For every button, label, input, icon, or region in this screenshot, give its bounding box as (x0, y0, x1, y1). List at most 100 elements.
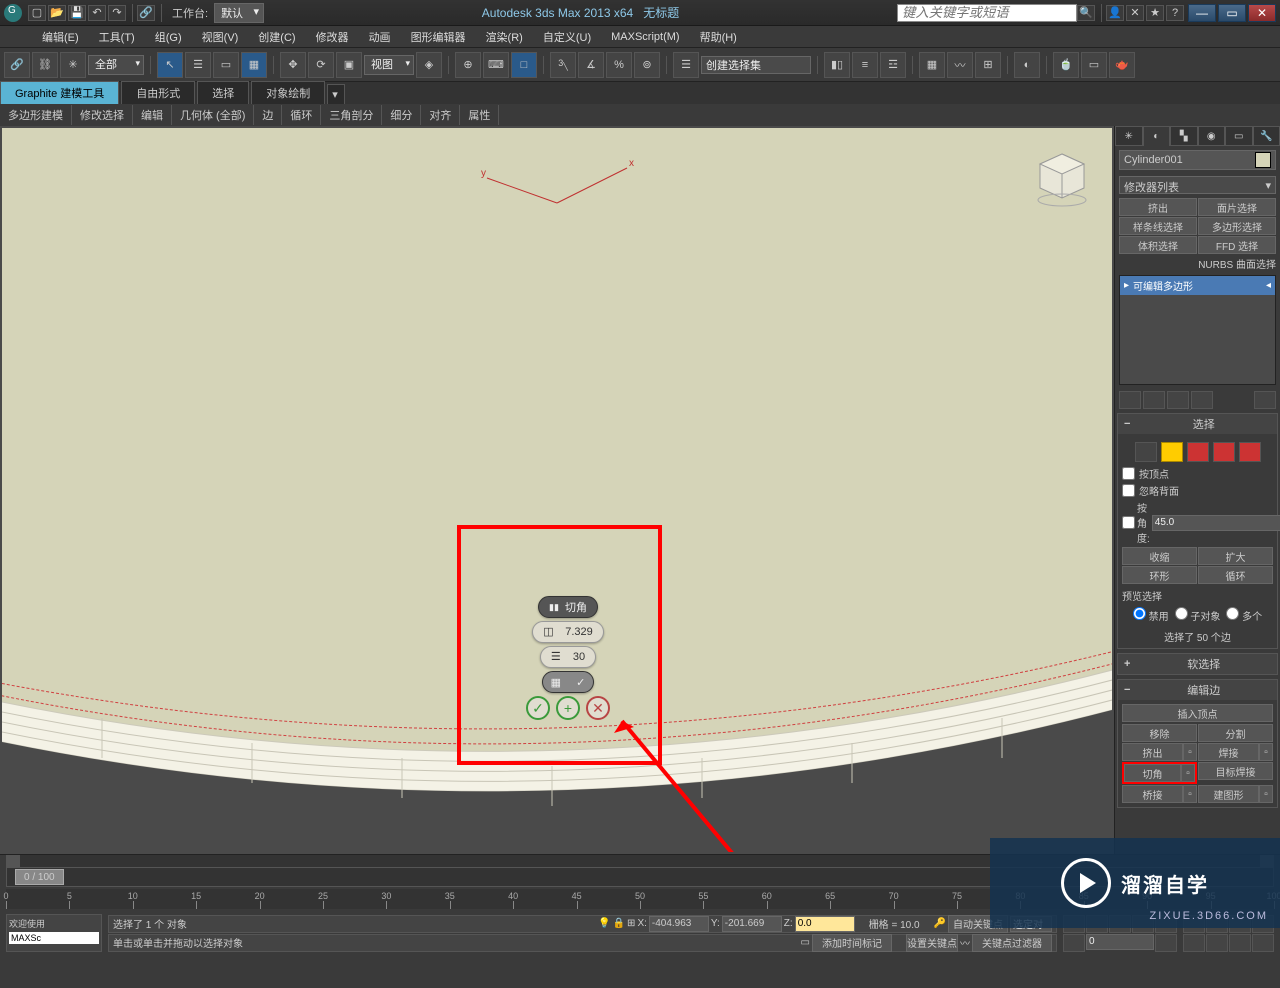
help-icon[interactable]: ? (1166, 5, 1184, 21)
remove-modifier-icon[interactable] (1191, 391, 1213, 409)
modbtn-patchsel[interactable]: 面片选择 (1198, 198, 1276, 216)
menu-edit[interactable]: 编辑(E) (32, 27, 89, 47)
curve-editor-icon[interactable]: 〰 (947, 52, 973, 78)
menu-grapheditors[interactable]: 图形编辑器 (401, 27, 476, 47)
max-toggle-icon[interactable] (1229, 934, 1251, 952)
search-icon[interactable]: 🔍 (1077, 5, 1095, 21)
unlink-tool-icon[interactable]: ⛓ (32, 52, 58, 78)
ribbon-props[interactable]: 属性 (460, 105, 499, 125)
rollout-selection-header[interactable]: 选择 (1118, 414, 1277, 434)
bridge-settings-button[interactable]: ▫ (1183, 785, 1197, 803)
by-angle-spinner[interactable] (1152, 515, 1280, 531)
redo-icon[interactable]: ↷ (108, 5, 126, 21)
object-name-field[interactable]: Cylinder001 (1119, 150, 1276, 170)
keyfilter-button[interactable]: 关键点过滤器 (972, 934, 1052, 952)
caddy-apply-button[interactable]: + (556, 696, 580, 720)
layer-manager-icon[interactable]: ☲ (880, 52, 906, 78)
time-config-icon[interactable] (1155, 934, 1177, 952)
insert-vertex-button[interactable]: 插入顶点 (1122, 704, 1273, 722)
menu-maxscript[interactable]: MAXScript(M) (601, 29, 689, 45)
spinner-snap-icon[interactable]: ⊚ (634, 52, 660, 78)
graphite-toggle-icon[interactable]: ▦ (919, 52, 945, 78)
by-angle-checkbox[interactable] (1122, 516, 1135, 529)
menu-tools[interactable]: 工具(T) (89, 27, 145, 47)
current-frame-input[interactable] (1086, 934, 1154, 950)
rendered-frame-icon[interactable]: ▭ (1081, 52, 1107, 78)
remove-button[interactable]: 移除 (1122, 724, 1197, 742)
motion-panel-tab[interactable]: ◉ (1198, 126, 1226, 146)
bridge-button[interactable]: 桥接 (1122, 785, 1183, 803)
add-time-tag-button[interactable]: 添加时间标记 (812, 934, 892, 952)
ribbon-geomall[interactable]: 几何体 (全部) (172, 105, 254, 125)
transform-type-icon[interactable]: ⊞ (627, 918, 635, 929)
hscroll-left-icon[interactable] (6, 855, 20, 867)
preview-off-radio[interactable]: 禁用 (1133, 607, 1169, 623)
ribbon-tab-objectpaint[interactable]: 对象绘制 (251, 81, 325, 104)
ribbon-expand-icon[interactable]: ▾ (327, 84, 345, 104)
ribbon-align[interactable]: 对齐 (421, 105, 460, 125)
favorites-icon[interactable]: ★ (1146, 5, 1164, 21)
extrude-button[interactable]: 挤出 (1122, 743, 1183, 761)
render-setup-icon[interactable]: 🍵 (1053, 52, 1079, 78)
menu-views[interactable]: 视图(V) (192, 27, 249, 47)
ribbon-modsel[interactable]: 修改选择 (72, 105, 133, 125)
edit-named-sel-icon[interactable]: ☰ (673, 52, 699, 78)
rollout-softselection-header[interactable]: 软选择 (1118, 654, 1277, 674)
snap-toggle-icon[interactable]: □ (511, 52, 537, 78)
ribbon-tab-selection[interactable]: 选择 (197, 81, 249, 104)
menu-modifiers[interactable]: 修改器 (306, 27, 359, 47)
lock-icon[interactable]: 💡 (598, 918, 610, 929)
subobj-polygon[interactable] (1213, 442, 1235, 462)
preview-subobj-radio[interactable]: 子对象 (1175, 607, 1221, 623)
link-icon[interactable]: 🔗 (137, 5, 155, 21)
open-icon[interactable]: 📂 (48, 5, 66, 21)
select-by-name-icon[interactable]: ☰ (185, 52, 211, 78)
angle-snap-icon[interactable]: ∡ (578, 52, 604, 78)
named-selection-set-input[interactable]: 创建选择集 (701, 56, 811, 74)
show-end-result-icon[interactable] (1143, 391, 1165, 409)
object-color-swatch[interactable] (1255, 152, 1271, 168)
key-icon[interactable]: 🔑 (934, 918, 946, 929)
use-pivot-center-icon[interactable]: ◈ (416, 52, 442, 78)
coord-y-input[interactable] (722, 916, 782, 932)
modbtn-ffdsel[interactable]: FFD 选择 (1198, 236, 1276, 254)
zoom-region-icon[interactable] (1252, 934, 1274, 952)
modbtn-extrude[interactable]: 挤出 (1119, 198, 1197, 216)
create-panel-tab[interactable]: ✳ (1115, 126, 1143, 146)
menu-group[interactable]: 组(G) (145, 27, 192, 47)
schematic-view-icon[interactable]: ⊞ (975, 52, 1001, 78)
pin-stack-icon[interactable] (1119, 391, 1141, 409)
split-button[interactable]: 分割 (1198, 724, 1273, 742)
ribbon-edit[interactable]: 编辑 (133, 105, 172, 125)
mirror-icon[interactable]: ▮▯ (824, 52, 850, 78)
zoom-extents-icon[interactable] (1206, 934, 1228, 952)
modbtn-polysel[interactable]: 多边形选择 (1198, 217, 1276, 235)
subobj-element[interactable] (1239, 442, 1261, 462)
infocenter-search[interactable] (897, 4, 1077, 22)
time-slider[interactable]: 0 / 100 (15, 869, 64, 885)
display-panel-tab[interactable]: ▭ (1225, 126, 1253, 146)
expand-icon[interactable]: ▸ (1124, 280, 1129, 291)
modifier-list-dropdown[interactable]: 修改器列表 (1119, 176, 1276, 194)
caddy-ok-button[interactable]: ✓ (526, 696, 550, 720)
ribbon-loops[interactable]: 循环 (282, 105, 321, 125)
create-shape-button[interactable]: 建图形 (1198, 785, 1259, 803)
fov-icon[interactable] (1183, 934, 1205, 952)
keymode-icon[interactable]: 〰 (960, 935, 970, 950)
modify-panel-tab[interactable]: ◐ (1143, 126, 1171, 146)
key-mode-icon[interactable] (1063, 934, 1085, 952)
select-object-icon[interactable]: ↖ (157, 52, 183, 78)
modifier-stack[interactable]: ▸ 可编辑多边形 ◂ (1119, 275, 1276, 385)
modbtn-splinesel[interactable]: 样条线选择 (1119, 217, 1197, 235)
minimize-button[interactable]: — (1188, 4, 1216, 22)
maxscript-mini-listener[interactable]: 欢迎使用 MAXSc (6, 914, 102, 952)
new-icon[interactable]: ▢ (28, 5, 46, 21)
coord-z-input[interactable] (795, 916, 855, 932)
make-unique-icon[interactable] (1167, 391, 1189, 409)
chamfer-settings-button[interactable]: ▫ (1181, 764, 1195, 782)
save-icon[interactable]: 💾 (68, 5, 86, 21)
window-crossing-icon[interactable]: ▦ (241, 52, 267, 78)
grow-button[interactable]: 扩大 (1198, 547, 1273, 565)
menu-rendering[interactable]: 渲染(R) (476, 27, 533, 47)
coord-x-input[interactable] (649, 916, 709, 932)
